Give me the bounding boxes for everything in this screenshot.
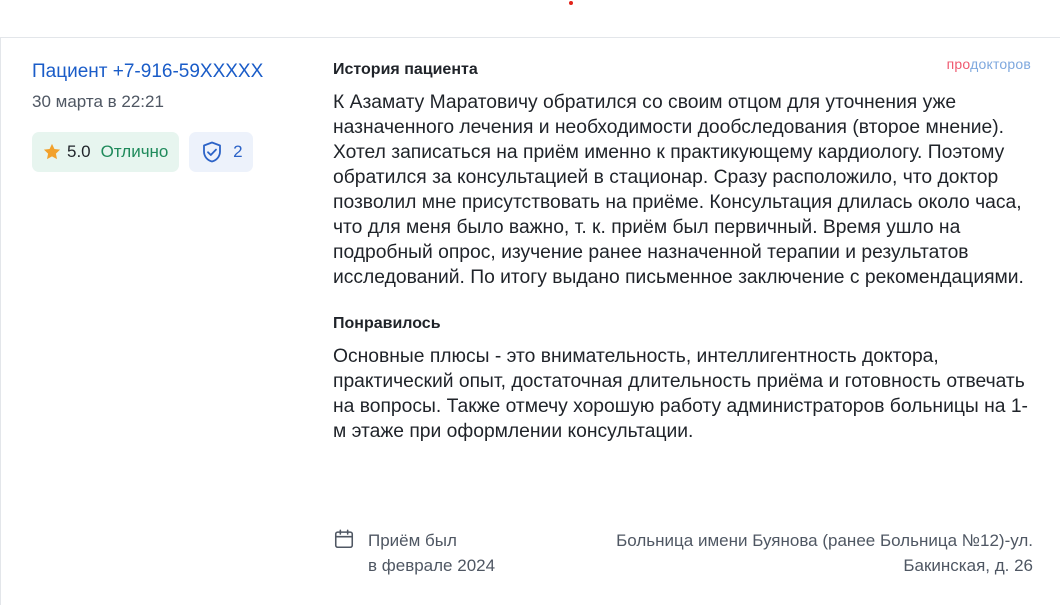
visit-date-line2: в феврале 2024 — [368, 556, 496, 575]
verification-count: 2 — [233, 142, 243, 161]
review-author-panel: Пациент +7-916-59XXXXX 30 марта в 22:21 … — [32, 60, 302, 172]
review-footer: Приём был в феврале 2024 Больница имени … — [333, 528, 1033, 584]
rating-label: Отлично — [100, 142, 169, 161]
visit-date-line1: Приём был — [368, 531, 457, 550]
calendar-icon — [334, 529, 354, 549]
liked-title: Понравилось — [333, 315, 441, 332]
visit-date: Приём был в феврале 2024 — [368, 528, 495, 578]
clinic-address-line2: Бакинская, д. 26 — [903, 556, 1033, 575]
badges-row: 5.0 Отлично 2 — [32, 132, 302, 172]
verification-badge[interactable]: 2 — [189, 132, 254, 172]
review-body: История пациента К Азамату Маратовичу об… — [333, 60, 1033, 444]
author-name-link[interactable]: Пациент +7-916-59XXXXX — [32, 60, 302, 84]
rating-value: 5.0 — [67, 142, 91, 161]
rating-badge: 5.0 Отлично — [32, 132, 180, 172]
clinic-address-line1: Больница имени Буянова (ранее Больница №… — [616, 531, 1033, 550]
history-title: История пациента — [333, 61, 478, 78]
star-icon — [43, 143, 61, 160]
review-card: Пациент +7-916-59XXXXX 30 марта в 22:21 … — [0, 37, 1060, 605]
shield-check-icon — [203, 141, 222, 163]
liked-text: Основные плюсы - это внимательность, инт… — [333, 346, 1028, 442]
indicator-dot — [569, 1, 573, 5]
history-text: К Азамату Маратовичу обратился со своим … — [333, 92, 1024, 288]
review-date: 30 марта в 22:21 — [32, 92, 164, 111]
clinic-address-link[interactable]: Больница имени Буянова (ранее Больница №… — [563, 528, 1033, 578]
